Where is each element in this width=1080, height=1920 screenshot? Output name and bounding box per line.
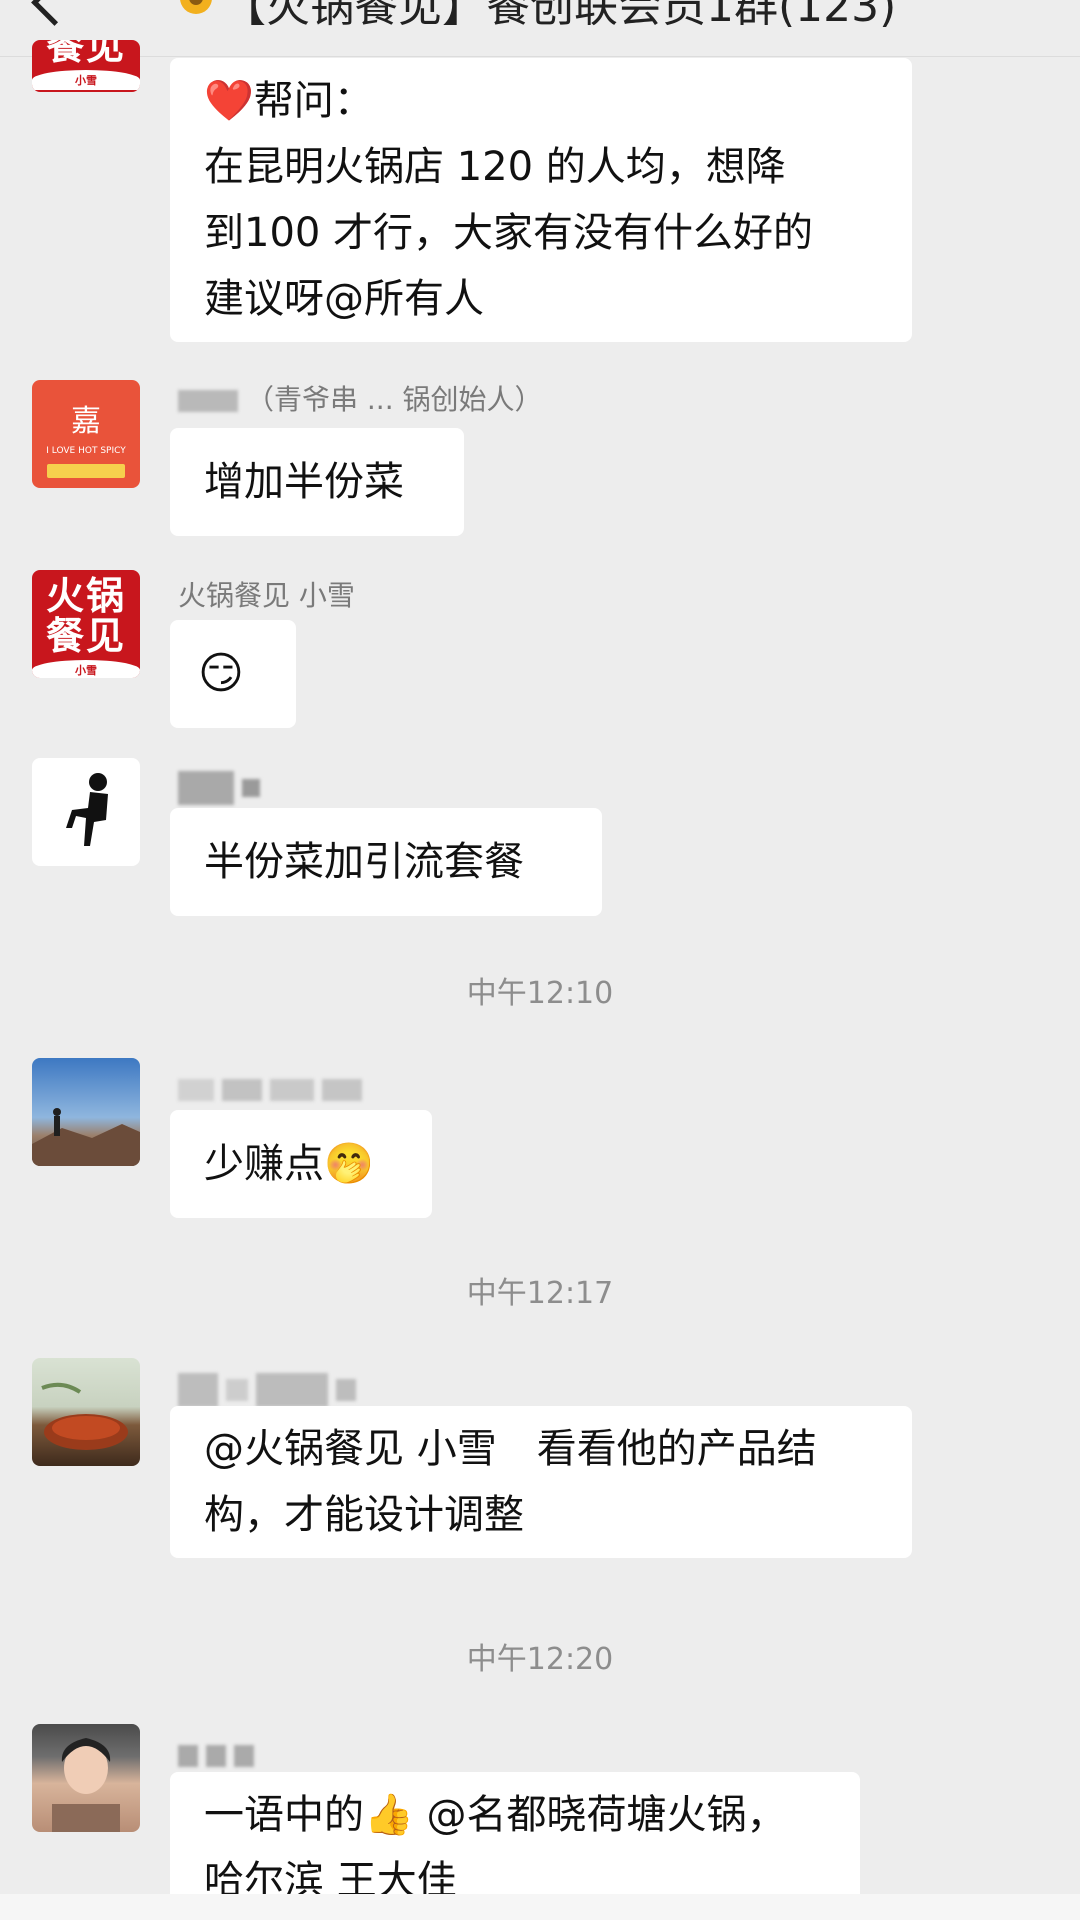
nav-bar: 【火锅餐见】餐创联会员1群(123) — [0, 0, 1080, 57]
blurred-name — [226, 1379, 248, 1401]
avatar-subtext: 小雪 — [32, 660, 140, 678]
message-line: 半份菜加引流套餐 — [204, 839, 524, 885]
avatar[interactable]: 餐见 小雪 — [32, 40, 140, 92]
avatar-text: 餐见 — [45, 613, 126, 658]
sender-name — [178, 770, 268, 805]
timestamp: 中午12:17 — [466, 1276, 614, 1311]
avatar-subtext: 小雪 — [32, 70, 140, 90]
blurred-name — [270, 1079, 314, 1101]
message-line: 建议呀@所有人 — [204, 276, 484, 322]
smirk-emoji-icon: 😏 — [198, 648, 244, 699]
message-line: @火锅餐见 小雪 看看他的产品结 — [204, 1426, 817, 1472]
avatar[interactable] — [32, 1058, 140, 1166]
blurred-name — [178, 771, 234, 805]
blurred-name — [336, 1379, 356, 1401]
hotpot-photo-icon — [41, 1382, 128, 1450]
message-line: 增加半份菜 — [204, 459, 404, 505]
message-bubble[interactable]: 😏 — [170, 620, 296, 728]
message-bubble[interactable]: 增加半份菜 — [170, 428, 464, 536]
message-line: 在昆明火锅店 120 的人均，想降 — [204, 144, 786, 190]
message-line: 构，才能设计调整 — [204, 1492, 524, 1538]
sender-name — [178, 1072, 370, 1105]
chat-screen: 【火锅餐见】餐创联会员1群(123) 餐见 小雪 ❤️帮问： 在昆明火锅店 12… — [0, 0, 1080, 1920]
group-title[interactable]: 【火锅餐见】餐创联会员1群(123) — [222, 0, 896, 34]
back-chevron-icon[interactable] — [31, 0, 78, 26]
avatar-subtext: I LOVE HOT SPICY — [46, 446, 126, 456]
avatar-badge — [47, 464, 125, 478]
silhouette-icon — [66, 773, 108, 846]
avatar[interactable] — [32, 758, 140, 866]
avatar-text: 火锅 — [45, 573, 126, 618]
avatar[interactable]: 嘉 I LOVE HOT SPICY — [32, 380, 140, 488]
blurred-name — [178, 390, 238, 412]
blurred-name — [178, 1745, 198, 1767]
message-bubble[interactable]: 少赚点🤭 — [170, 1110, 432, 1218]
blurred-name — [256, 1373, 328, 1407]
blurred-name — [206, 1745, 226, 1767]
message-bubble[interactable]: 半份菜加引流套餐 — [170, 808, 602, 916]
blurred-name — [322, 1079, 362, 1101]
message-line: 少赚点🤭 — [204, 1141, 374, 1187]
hiker-photo-icon — [32, 1108, 140, 1166]
message-bubble[interactable]: ❤️帮问： 在昆明火锅店 120 的人均，想降 到100 才行，大家有没有什么好… — [170, 58, 912, 342]
blurred-name — [222, 1079, 262, 1101]
message-line: 一语中的👍 @名都晓荷塘火锅， — [204, 1792, 787, 1838]
sunflower-icon — [180, 0, 212, 14]
message-bubble[interactable]: 一语中的👍 @名都晓荷塘火锅， 哈尔滨 王大佳 — [170, 1772, 860, 1912]
avatar[interactable]: 火锅 餐见 小雪 — [32, 570, 140, 678]
sender-name: 火锅餐见 小雪 — [178, 579, 355, 612]
blurred-name — [234, 1745, 254, 1767]
blurred-name — [178, 1373, 218, 1407]
sender-name: （青爷串 ... 锅创始人） — [178, 378, 543, 418]
timestamp: 中午12:10 — [466, 976, 614, 1011]
sender-name — [178, 1738, 262, 1771]
portrait-photo-icon — [52, 1738, 120, 1832]
avatar-text: 餐见 — [45, 40, 126, 68]
message-line: 到100 才行，大家有没有什么好的 — [204, 210, 814, 256]
sender-name-text: （青爷串 ... 锅创始人） — [246, 383, 543, 416]
avatar-text: 嘉 — [71, 404, 101, 439]
sender-name — [178, 1372, 364, 1407]
message-bubble[interactable]: @火锅餐见 小雪 看看他的产品结 构，才能设计调整 — [170, 1406, 912, 1558]
input-bar-edge — [0, 1894, 1080, 1920]
blurred-name — [242, 779, 260, 797]
timestamp: 中午12:20 — [466, 1642, 614, 1677]
avatar[interactable] — [32, 1358, 140, 1466]
avatar[interactable] — [32, 1724, 140, 1832]
blurred-name — [178, 1079, 214, 1101]
message-line: ❤️帮问： — [204, 78, 374, 124]
